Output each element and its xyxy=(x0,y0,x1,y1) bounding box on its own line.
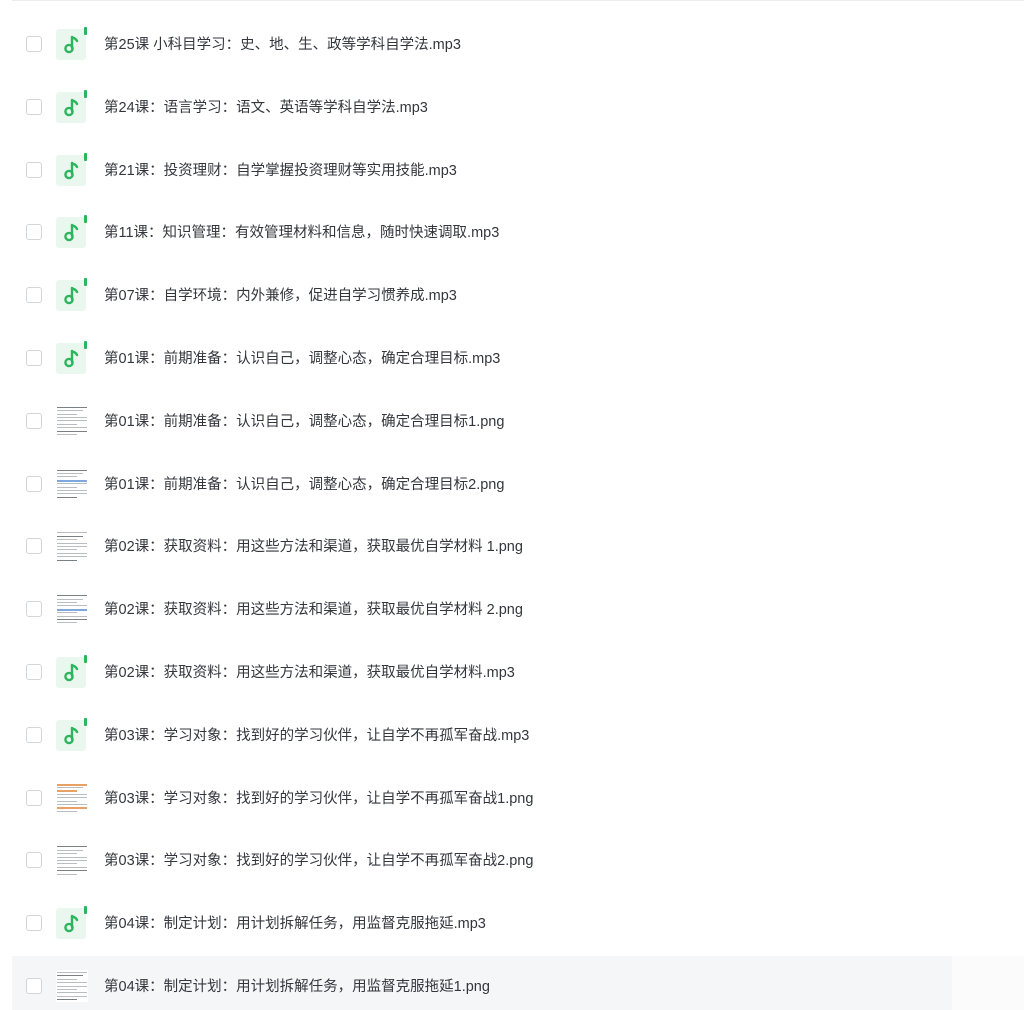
file-name[interactable]: 第04课：制定计划：用计划拆解任务，用监督克服拖延.mp3 xyxy=(104,893,486,955)
file-row[interactable]: 第25课 小科目学习：史、地、生、政等学科自学法.mp3 xyxy=(12,14,1024,76)
file-row[interactable]: 第07课：自学环境：内外兼修，促进自学习惯养成.mp3 xyxy=(12,265,1024,327)
file-name[interactable]: 第21课：投资理财：自学掌握投资理财等实用技能.mp3 xyxy=(104,140,457,202)
row-checkbox[interactable] xyxy=(26,98,42,115)
file-name[interactable]: 第02课：获取资料：用这些方法和渠道，获取最优自学材料 2.png xyxy=(104,579,523,641)
file-name[interactable]: 第24课：语言学习：语文、英语等学科自学法.mp3 xyxy=(104,77,428,139)
image-thumbnail xyxy=(56,593,88,626)
music-note-icon xyxy=(56,655,88,689)
row-checkbox[interactable] xyxy=(26,475,42,492)
file-row[interactable]: 第02课：获取资料：用这些方法和渠道，获取最优自学材料 2.png xyxy=(12,579,1024,641)
file-row[interactable]: 第03课：学习对象：找到好的学习伙伴，让自学不再孤军奋战.mp3 xyxy=(12,705,1024,767)
row-checkbox[interactable] xyxy=(26,36,42,52)
file-name[interactable]: 第01课：前期准备：认识自己，调整心态，确定合理目标2.png xyxy=(104,454,504,516)
file-name[interactable]: 第03课：学习对象：找到好的学习伙伴，让自学不再孤军奋战.mp3 xyxy=(104,705,529,767)
file-name[interactable]: 第02课：获取资料：用这些方法和渠道，获取最优自学材料 1.png xyxy=(104,516,523,578)
row-checkbox[interactable] xyxy=(26,601,42,618)
row-checkbox[interactable] xyxy=(26,852,42,869)
row-checkbox[interactable] xyxy=(26,287,42,304)
file-name[interactable]: 第04课：制定计划：用计划拆解任务，用监督克服拖延1.png xyxy=(104,956,490,1010)
music-note-icon xyxy=(56,341,88,375)
row-checkbox[interactable] xyxy=(26,915,42,932)
image-thumbnail xyxy=(56,781,88,814)
file-row[interactable]: 第02课：获取资料：用这些方法和渠道，获取最优自学材料 1.png xyxy=(12,516,1024,578)
row-checkbox[interactable] xyxy=(26,412,42,429)
file-row[interactable]: 第24课：语言学习：语文、英语等学科自学法.mp3 xyxy=(12,77,1024,139)
music-note-icon xyxy=(56,906,88,940)
image-thumbnail xyxy=(56,530,88,563)
file-name[interactable]: 第02课：获取资料：用这些方法和渠道，获取最优自学材料.mp3 xyxy=(104,642,515,704)
music-note-icon xyxy=(56,278,88,312)
file-name[interactable]: 第01课：前期准备：认识自己，调整心态，确定合理目标1.png xyxy=(104,391,504,453)
file-row[interactable]: 第01课：前期准备：认识自己，调整心态，确定合理目标2.png xyxy=(12,454,1024,516)
file-name[interactable]: 第01课：前期准备：认识自己，调整心态，确定合理目标.mp3 xyxy=(104,328,500,390)
file-name[interactable]: 第25课 小科目学习：史、地、生、政等学科自学法.mp3 xyxy=(104,14,461,76)
row-checkbox[interactable] xyxy=(26,726,42,743)
row-checkbox[interactable] xyxy=(26,350,42,366)
row-checkbox[interactable] xyxy=(26,538,42,555)
file-name[interactable]: 第03课：学习对象：找到好的学习伙伴，让自学不再孤军奋战1.png xyxy=(104,768,533,830)
image-thumbnail xyxy=(56,404,88,437)
music-note-icon xyxy=(56,27,88,61)
music-note-icon xyxy=(56,152,88,187)
row-checkbox[interactable] xyxy=(26,978,42,994)
file-row[interactable]: 第02课：获取资料：用这些方法和渠道，获取最优自学材料.mp3 xyxy=(12,642,1024,704)
file-row[interactable]: 第03课：学习对象：找到好的学习伙伴，让自学不再孤军奋战2.png xyxy=(12,830,1024,892)
music-note-icon xyxy=(56,717,88,752)
file-row[interactable]: 第03课：学习对象：找到好的学习伙伴，让自学不再孤军奋战1.png xyxy=(12,768,1024,830)
music-note-icon xyxy=(56,215,88,249)
row-checkbox[interactable] xyxy=(26,161,42,178)
image-thumbnail xyxy=(56,970,88,1002)
file-row[interactable]: 第21课：投资理财：自学掌握投资理财等实用技能.mp3 xyxy=(12,140,1024,202)
file-name[interactable]: 第07课：自学环境：内外兼修，促进自学习惯养成.mp3 xyxy=(104,265,457,327)
file-name[interactable]: 第03课：学习对象：找到好的学习伙伴，让自学不再孤军奋战2.png xyxy=(104,830,533,892)
file-row[interactable]: 第01课：前期准备：认识自己，调整心态，确定合理目标1.png xyxy=(12,391,1024,453)
row-checkbox[interactable] xyxy=(26,789,42,806)
image-thumbnail xyxy=(56,467,88,500)
file-list: 第25课 小科目学习：史、地、生、政等学科自学法.mp3 第24课：语言学习：语文… xyxy=(0,0,1024,1010)
music-note-icon xyxy=(56,89,88,124)
row-hover-fade xyxy=(952,956,1024,1010)
file-name[interactable]: 第11课：知识管理：有效管理材料和信息，随时快速调取.mp3 xyxy=(104,202,499,264)
image-thumbnail xyxy=(56,844,88,877)
file-row[interactable]: 第04课：制定计划：用计划拆解任务，用监督克服拖延.mp3 xyxy=(12,893,1024,955)
file-row[interactable]: 第11课：知识管理：有效管理材料和信息，随时快速调取.mp3 xyxy=(12,202,1024,264)
file-row[interactable]: 第04课：制定计划：用计划拆解任务，用监督克服拖延1.png xyxy=(12,956,1024,1010)
file-row[interactable]: 第01课：前期准备：认识自己，调整心态，确定合理目标.mp3 xyxy=(12,328,1024,390)
row-checkbox[interactable] xyxy=(26,664,42,680)
row-checkbox[interactable] xyxy=(26,224,42,241)
divider xyxy=(12,0,1024,1)
